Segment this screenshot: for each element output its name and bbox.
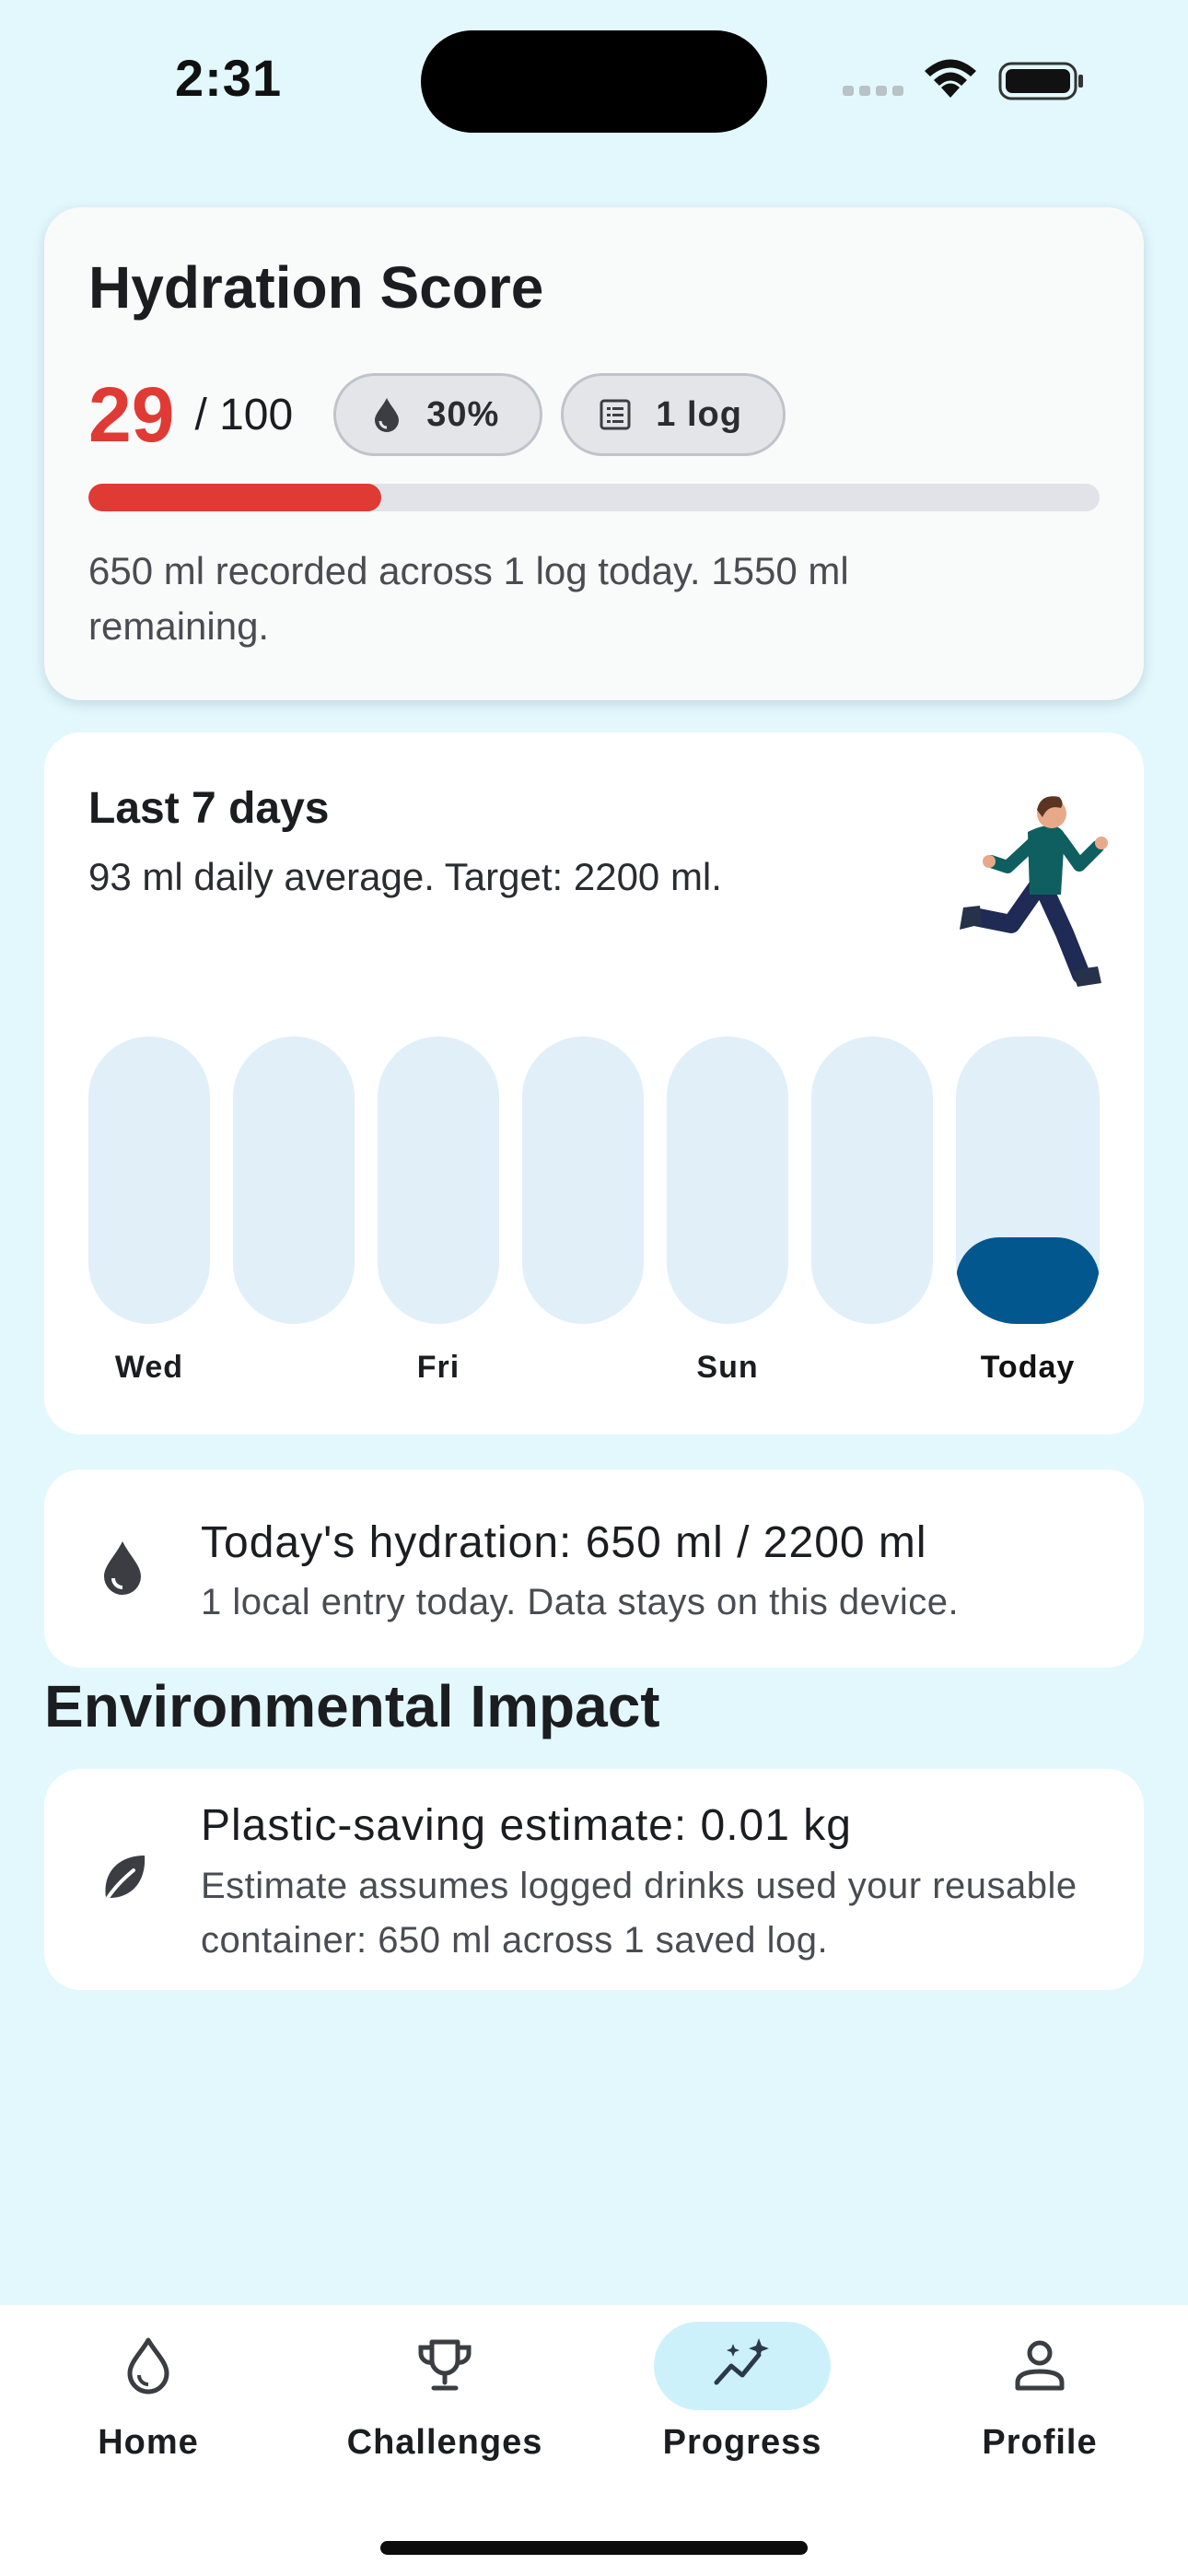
battery-icon: [998, 62, 1083, 100]
day-label: Sun: [696, 1350, 759, 1385]
day-bar: [522, 1036, 644, 1324]
nav-home-label: Home: [98, 2423, 199, 2462]
wifi-icon: [925, 59, 976, 98]
nav-challenges-label: Challenges: [346, 2423, 543, 2462]
day-label: Today: [980, 1350, 1076, 1385]
plastic-saving-subtitle: Estimate assumes logged drinks used your…: [201, 1866, 1077, 1961]
week-subtitle: 93 ml daily average. Target: 2200 ml.: [88, 855, 722, 898]
score-max: / 100: [194, 390, 294, 439]
week-title: Last 7 days: [88, 784, 330, 833]
todays-hydration-subtitle: 1 local entry today. Data stays on this …: [201, 1582, 960, 1622]
trophy-icon: [418, 2339, 472, 2391]
leaf-icon: [102, 1856, 146, 1905]
nav-progress-label: Progress: [662, 2423, 822, 2462]
home-indicator: [380, 2541, 808, 2555]
score-title: Hydration Score: [88, 254, 544, 321]
day-bar: [811, 1036, 933, 1324]
score-description: 650 ml recorded across 1 log today. 1550…: [88, 549, 849, 648]
plastic-saving-title: Plastic-saving estimate: 0.01 kg: [201, 1801, 852, 1850]
nav-profile-label: Profile: [982, 2423, 1098, 2462]
score-row: 29 / 100 30% 1 log: [88, 364, 804, 465]
day-bar: [378, 1036, 499, 1324]
sparkle-chart-icon: [714, 2338, 769, 2385]
nav-profile[interactable]: Profile: [891, 2305, 1188, 2489]
nav-progress[interactable]: Progress: [594, 2305, 891, 2489]
nav-challenges[interactable]: Challenges: [297, 2305, 593, 2489]
score-value: 29: [88, 370, 175, 458]
bottom-navigation: Home Challenges Progress Profile: [0, 2305, 1188, 2576]
status-time: 2:31: [175, 49, 283, 107]
day-bar: [88, 1036, 210, 1324]
day-bar: [667, 1036, 788, 1324]
water-drop-icon: [104, 1541, 141, 1595]
weekly-bar-chart: [88, 1036, 1144, 1331]
log-count-chip: 1 log: [561, 373, 786, 456]
day-bar-fill: [956, 1237, 1100, 1324]
todays-hydration-card: Today's hydration: 650 ml / 2200 ml 1 lo…: [44, 1469, 1144, 1668]
day-bar: [956, 1036, 1100, 1324]
status-bar: 2:31: [0, 0, 1188, 157]
percent-chip-label: 30%: [426, 394, 500, 434]
score-progress-bar: [88, 484, 1100, 511]
score-progress-fill: [88, 484, 382, 511]
log-count-chip-label: 1 log: [656, 394, 742, 434]
nav-home[interactable]: Home: [0, 2305, 297, 2489]
running-person-illustration: [960, 796, 1108, 987]
hydration-score-card: Hydration Score 29 / 100 30% 1 log 650 m…: [44, 207, 1144, 700]
water-drop-outline-icon: [127, 2337, 169, 2395]
water-drop-icon: [375, 398, 400, 432]
list-icon: [600, 399, 631, 430]
dynamic-island: [421, 30, 767, 133]
todays-hydration-title: Today's hydration: 650 ml / 2200 ml: [201, 1518, 927, 1567]
plastic-saving-card: Plastic-saving estimate: 0.01 kg Estimat…: [44, 1769, 1144, 1990]
person-icon: [1015, 2340, 1065, 2391]
cellular-signal-icon: [843, 86, 903, 96]
day-label: Wed: [114, 1350, 184, 1385]
percent-chip: 30%: [333, 373, 543, 456]
last-7-days-card: Last 7 days 93 ml daily average. Target:…: [44, 732, 1144, 1434]
day-bar: [233, 1036, 355, 1324]
day-label: Fri: [416, 1350, 460, 1385]
environmental-impact-heading: Environmental Impact: [44, 1673, 660, 1739]
